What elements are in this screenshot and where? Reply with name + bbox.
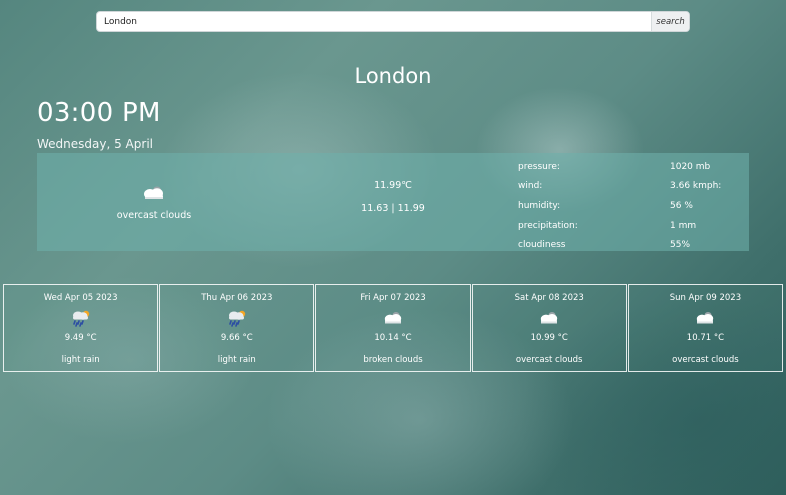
current-weather-card: overcast clouds 11.99℃ 11.63 | 11.99 pre… [37, 153, 749, 251]
search-input[interactable] [97, 12, 651, 31]
detail-label: pressure: [518, 161, 560, 172]
cloud-icon [384, 312, 402, 324]
current-description: overcast clouds [116, 210, 192, 221]
forecast-card: Thu Apr 06 2023 9.66 °C light rain [159, 284, 315, 372]
detail-row-pressure: pressure: 1020 mb [518, 157, 738, 177]
detail-value: 1 mm [670, 220, 697, 231]
detail-value: 56 % [670, 200, 693, 211]
detail-value: 1020 mb [670, 161, 711, 172]
cloud-icon [144, 186, 163, 199]
forecast-date: Thu Apr 06 2023 [201, 293, 273, 303]
detail-value: 55% [670, 240, 691, 251]
forecast-description: light rain [217, 355, 256, 365]
forecast-date: Fri Apr 07 2023 [360, 293, 426, 303]
current-date: Wednesday, 5 April [37, 137, 153, 151]
forecast-card: Fri Apr 07 2023 10.14 °C broken clouds [315, 284, 471, 372]
detail-label: humidity: [518, 200, 561, 211]
detail-label: cloudiness [518, 240, 566, 251]
forecast-list: Wed Apr 05 2023 9.49 °C light rain Thu A… [3, 284, 784, 372]
city-title: London [354, 64, 432, 88]
forecast-temperature: 10.99 °C [530, 333, 568, 343]
cloud-icon [541, 312, 558, 324]
current-time: 03:00 PM [37, 98, 161, 128]
forecast-description: broken clouds [363, 355, 423, 365]
forecast-temperature: 9.66 °C [220, 333, 253, 343]
search-bar: search [96, 11, 690, 32]
cloud-icon [697, 312, 714, 324]
rain-cloud-icon [72, 310, 89, 327]
forecast-card: Sat Apr 08 2023 10.99 °C overcast clouds [471, 284, 627, 372]
detail-row-humidity: humidity: 56 % [518, 196, 738, 216]
detail-row-precipitation: precipitation: 1 mm [518, 216, 738, 236]
forecast-temperature: 10.14 °C [374, 333, 412, 343]
current-temperature: 11.99℃ [374, 180, 412, 191]
weather-details: pressure: 1020 mb wind: 3.66 kmph: humid… [518, 157, 738, 255]
detail-label: wind: [518, 181, 543, 192]
detail-row-cloudiness: cloudiness 55% [518, 235, 738, 255]
search-button[interactable]: search [651, 12, 689, 31]
rain-cloud-icon [228, 310, 245, 327]
forecast-card: Wed Apr 05 2023 9.49 °C light rain [3, 284, 159, 372]
forecast-description: overcast clouds [672, 355, 739, 365]
forecast-temperature: 9.49 °C [64, 333, 97, 343]
current-min-max: 11.63 | 11.99 [361, 203, 425, 214]
detail-value: 3.66 kmph: [670, 181, 722, 192]
forecast-description: light rain [61, 355, 100, 365]
forecast-date: Wed Apr 05 2023 [43, 293, 118, 303]
detail-label: precipitation: [518, 220, 578, 231]
forecast-date: Sat Apr 08 2023 [514, 293, 584, 303]
detail-row-wind: wind: 3.66 kmph: [518, 177, 738, 197]
forecast-card: Sun Apr 09 2023 10.71 °C overcast clouds [627, 284, 784, 372]
forecast-temperature: 10.71 °C [686, 333, 725, 343]
forecast-date: Sun Apr 09 2023 [669, 293, 742, 303]
forecast-description: overcast clouds [515, 355, 583, 365]
